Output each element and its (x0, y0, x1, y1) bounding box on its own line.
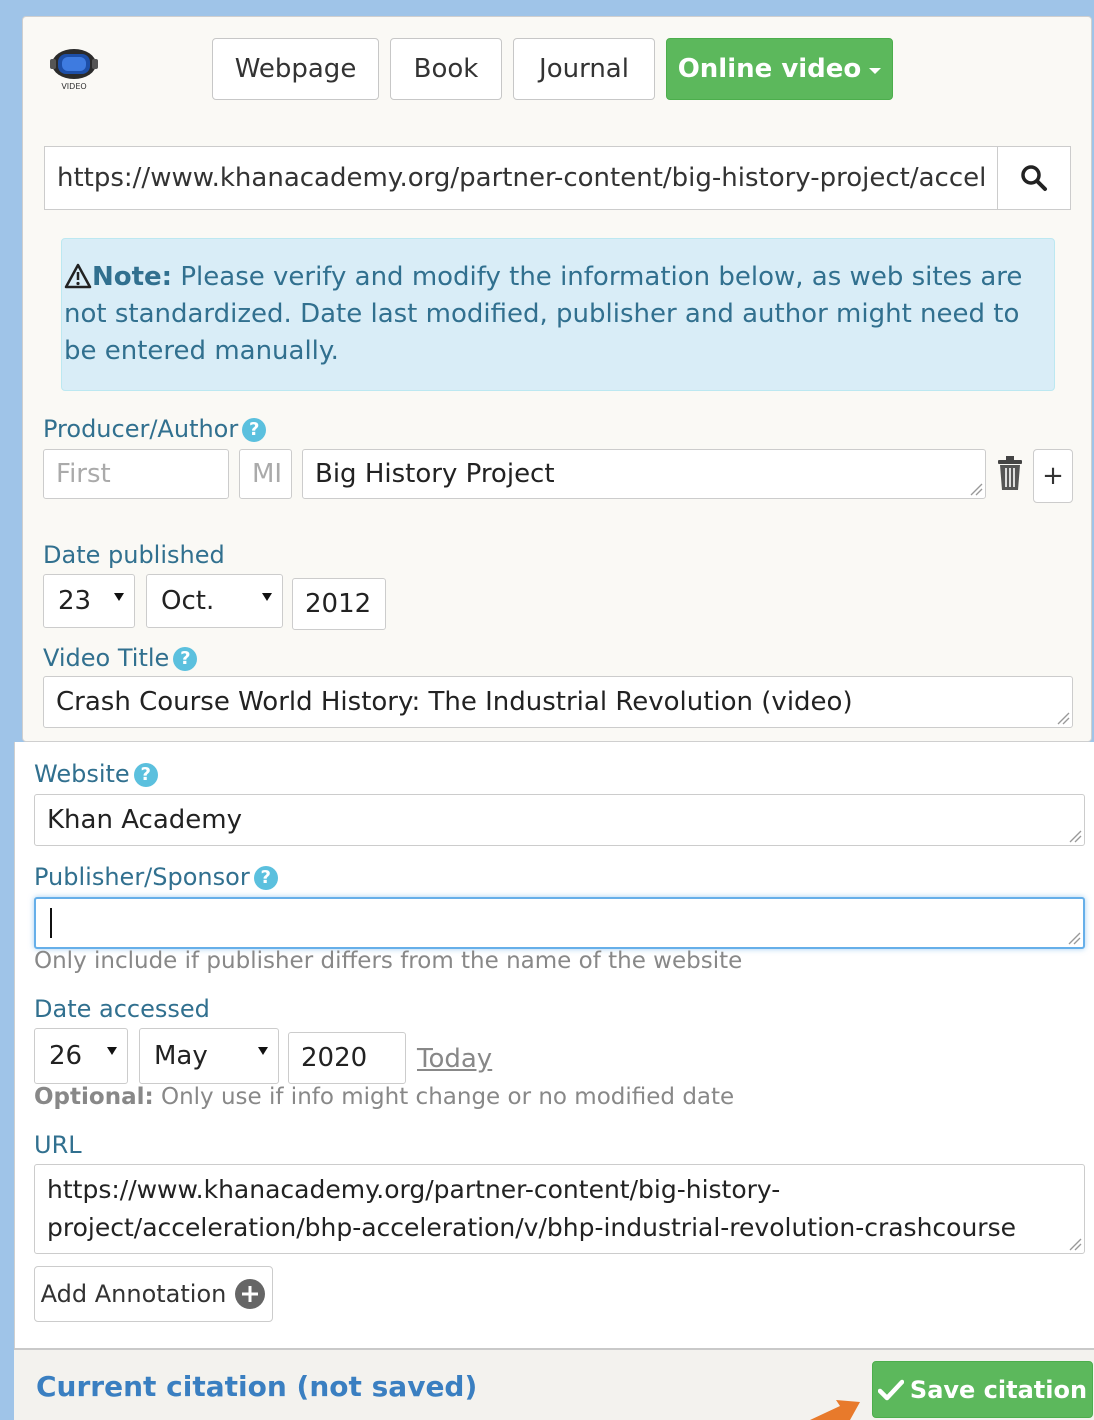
website-label: Website? (34, 760, 158, 788)
help-icon[interactable]: ? (253, 866, 278, 890)
optional-bold: Optional: (34, 1084, 154, 1110)
date-accessed-label: Date accessed (34, 995, 210, 1023)
search-icon (1021, 165, 1047, 191)
video-title-input[interactable]: Crash Course World History: The Industri… (43, 676, 1073, 728)
website-value: Khan Academy (47, 805, 242, 835)
resize-grip-icon[interactable] (1056, 711, 1070, 725)
check-icon (877, 1379, 904, 1400)
warning-icon (64, 263, 92, 289)
year-value: 2012 (305, 589, 372, 619)
add-author-button[interactable]: + (1033, 449, 1073, 503)
date-accessed-year-input[interactable]: 2020 (288, 1032, 406, 1084)
first-placeholder: First (56, 459, 111, 489)
current-citation-title: Current citation (not saved) (36, 1370, 478, 1403)
help-icon[interactable]: ? (133, 763, 158, 787)
caret-down-icon (107, 1047, 117, 1055)
author-mi-input[interactable]: MI (239, 449, 292, 499)
url-search-group: https://www.khanacademy.org/partner-cont… (44, 146, 1071, 210)
date-accessed-month-select[interactable]: May (139, 1028, 279, 1084)
resize-grip-icon[interactable] (969, 482, 983, 496)
date-accessed-day-select[interactable]: 26 (34, 1028, 128, 1084)
date-published-month-select[interactable]: Oct. (146, 574, 283, 628)
optional-hint: Optional: Only use if info might change … (34, 1084, 734, 1110)
optional-text: Only use if info might change or no modi… (160, 1084, 735, 1110)
video-title-label: Video Title? (43, 644, 198, 672)
save-citation-button[interactable]: Save citation (872, 1361, 1093, 1418)
url-label: URL (34, 1131, 82, 1159)
caret-down-icon (258, 1047, 268, 1055)
help-icon[interactable]: ? (242, 418, 267, 442)
tab-book-label: Book (413, 54, 479, 84)
help-icon[interactable]: ? (173, 647, 198, 671)
tab-online-video-label: Online video (677, 54, 862, 84)
add-author-label: + (1042, 461, 1064, 491)
text-cursor (50, 908, 52, 938)
mi-placeholder: MI (252, 459, 283, 489)
year-value: 2020 (301, 1043, 368, 1073)
month-value: May (154, 1041, 208, 1071)
day-value: 26 (49, 1041, 83, 1071)
url-line-2: project/acceleration/bhp-acceleration/v/… (47, 1213, 1016, 1242)
date-published-label: Date published (43, 541, 225, 569)
today-link[interactable]: Today (417, 1044, 492, 1074)
publisher-input[interactable] (34, 897, 1085, 949)
tab-online-video[interactable]: Online video (666, 38, 893, 100)
caret-down-icon (262, 593, 272, 601)
verify-note: Note: Please verify and modify the infor… (61, 238, 1055, 391)
author-label: Producer/Author? (43, 415, 267, 443)
month-value: Oct. (161, 586, 215, 616)
video-icon: VIDEO (50, 49, 98, 91)
note-title: Note: (92, 262, 173, 292)
tab-journal-label: Journal (539, 54, 629, 84)
author-first-input[interactable]: First (43, 449, 229, 499)
resize-grip-icon[interactable] (1068, 1237, 1082, 1251)
website-input[interactable]: Khan Academy (34, 794, 1085, 846)
add-annotation-label: Add Annotation (40, 1280, 227, 1308)
tab-book[interactable]: Book (390, 38, 502, 100)
tab-journal[interactable]: Journal (513, 38, 655, 100)
tab-webpage-label: Webpage (234, 54, 357, 84)
date-published-day-select[interactable]: 23 (43, 574, 135, 628)
publisher-label: Publisher/Sponsor? (34, 863, 278, 891)
url-input[interactable]: https://www.khanacademy.org/partner-cont… (34, 1164, 1085, 1254)
tab-webpage[interactable]: Webpage (212, 38, 379, 100)
url-search-input[interactable]: https://www.khanacademy.org/partner-cont… (45, 147, 998, 209)
caret-down-icon (114, 593, 124, 601)
save-citation-label: Save citation (909, 1375, 1088, 1404)
author-last-value: Big History Project (315, 459, 555, 489)
video-title-value: Crash Course World History: The Industri… (56, 687, 853, 717)
trash-icon[interactable] (995, 454, 1025, 492)
resize-grip-icon[interactable] (1067, 931, 1081, 945)
search-button[interactable] (998, 147, 1070, 209)
date-published-year-input[interactable]: 2012 (292, 578, 386, 630)
chevron-down-icon (869, 68, 882, 74)
author-last-input[interactable]: Big History Project (302, 449, 986, 499)
note-text: Please verify and modify the information… (64, 262, 1023, 366)
arrow-pointer-icon (810, 1400, 860, 1420)
plus-circle-icon (235, 1279, 266, 1309)
svg-text:VIDEO: VIDEO (61, 82, 86, 91)
url-line-1: https://www.khanacademy.org/partner-cont… (47, 1175, 781, 1204)
day-value: 23 (58, 586, 92, 616)
publisher-hint: Only include if publisher differs from t… (34, 948, 743, 974)
resize-grip-icon[interactable] (1068, 829, 1082, 843)
add-annotation-button[interactable]: Add Annotation (34, 1266, 273, 1322)
